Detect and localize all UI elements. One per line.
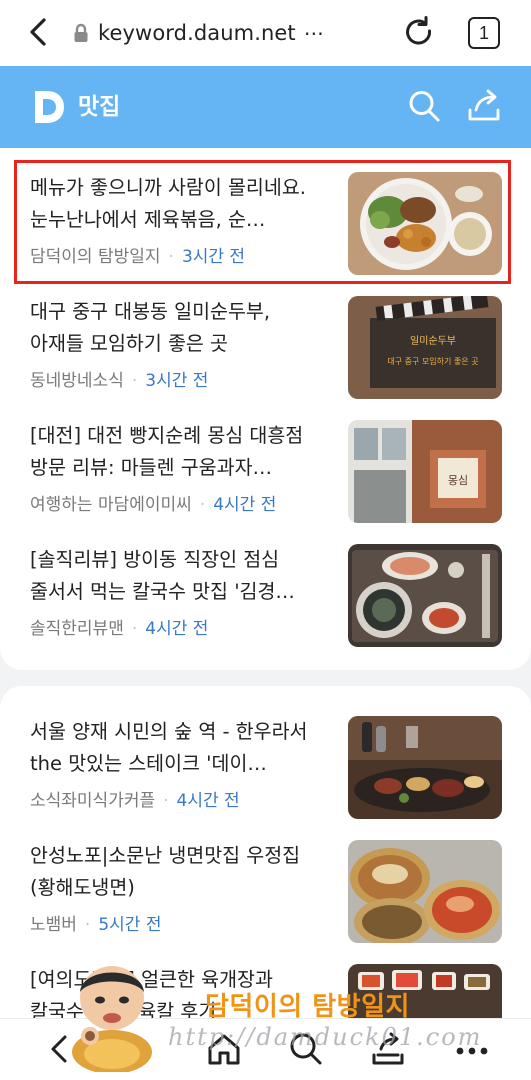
food-plate-salad-image xyxy=(348,172,502,275)
meta-separator-dot: · xyxy=(163,791,169,811)
result-thumbnail[interactable] xyxy=(348,840,502,943)
page-title: 맛집 xyxy=(78,94,121,120)
result-thumbnail[interactable] xyxy=(348,172,502,275)
result-meta: 동네방네소식 · 3시간 전 xyxy=(30,370,208,392)
meta-separator-dot: · xyxy=(84,915,91,935)
browser-address-bar: keyword.daum.net ⋯ 1 xyxy=(0,0,531,66)
result-title[interactable]: 대구 중구 대봉동 일미순두부, 아재들 모임하기 좋은 곳 xyxy=(30,296,330,360)
result-thumbnail[interactable]: 몽심 xyxy=(348,420,502,523)
result-meta: 노뱀버 · 5시간 전 xyxy=(30,914,161,936)
daum-header: 맛집 xyxy=(0,66,531,148)
result-title[interactable]: [대전] 대전 빵지순례 몽심 대흥점 방문 리뷰: 마들렌 구움과자… xyxy=(30,420,330,484)
result-time: 3시간 전 xyxy=(181,247,246,267)
result-title[interactable]: 서울 양재 시민의 숲 역 - 한우라서 the 맛있는 스테이크 '데이… xyxy=(30,716,330,780)
result-item[interactable]: 메뉴가 좋으니까 사람이 몰리네요. 눈누난나에서 제육볶음, 순… 담덕이의 … xyxy=(0,172,531,288)
thumb-caption: 일미순두부 xyxy=(410,335,456,347)
noodle-table-image xyxy=(348,544,502,647)
result-item[interactable]: 서울 양재 시민의 숲 역 - 한우라서 the 맛있는 스테이크 '데이… 소… xyxy=(0,716,531,832)
watermark-blog-url: http://damduck01.com xyxy=(168,1023,483,1051)
result-meta: 여행하는 마담에이미씨 · 4시간 전 xyxy=(30,494,276,516)
result-thumbnail[interactable]: 일미순두부 대구 중구 모임하기 좋은 곳 xyxy=(348,296,502,399)
reload-icon[interactable] xyxy=(400,14,438,52)
result-meta: 소식좌미식가커플 · 4시간 전 xyxy=(30,790,240,812)
result-meta: 솔직한리뷰맨 · 4시간 전 xyxy=(30,618,208,640)
result-time: 4시간 전 xyxy=(176,791,240,811)
meta-separator-dot: · xyxy=(131,371,138,391)
result-source[interactable]: 여행하는 마담에이미씨 xyxy=(30,495,192,515)
steak-dinner-image xyxy=(348,716,502,819)
cold-noodles-image xyxy=(348,840,502,943)
result-source[interactable]: 솔직한리뷰맨 xyxy=(30,619,124,639)
result-time: 4시간 전 xyxy=(213,495,277,515)
url-text: keyword.daum.net xyxy=(98,21,296,45)
thumb-caption: 몽심 xyxy=(448,474,468,487)
result-card-group-1: 메뉴가 좋으니까 사람이 몰리네요. 눈누난나에서 제육볶음, 순… 담덕이의 … xyxy=(0,148,531,670)
share-icon[interactable] xyxy=(466,88,502,124)
result-time: 4시간 전 xyxy=(145,619,209,639)
result-item[interactable]: [대전] 대전 빵지순례 몽심 대흥점 방문 리뷰: 마들렌 구움과자… 여행하… xyxy=(0,420,531,536)
tab-switcher-button[interactable]: 1 xyxy=(468,17,500,49)
bakery-storefront-image: 몽심 xyxy=(348,420,502,523)
back-arrow-icon[interactable] xyxy=(22,12,56,52)
result-source[interactable]: 소식좌미식가커플 xyxy=(30,791,155,811)
results-area: 메뉴가 좋으니까 사람이 몰리네요. 눈누난나에서 제육볶음, 순… 담덕이의 … xyxy=(0,148,531,1018)
result-meta: 담덕이의 탐방일지 · 3시간 전 xyxy=(30,246,245,268)
result-item[interactable]: [솔직리뷰] 방이동 직장인 점심 줄서서 먹는 칼국수 맛집 '김경… 솔직한… xyxy=(0,544,531,660)
result-time: 3시간 전 xyxy=(145,371,209,391)
result-source[interactable]: 노뱀버 xyxy=(30,915,77,935)
blogger-avatar-watermark xyxy=(72,966,152,1072)
result-source[interactable]: 담덕이의 탐방일지 xyxy=(30,247,161,267)
meta-separator-dot: · xyxy=(199,495,206,515)
result-item[interactable]: 안성노포|소문난 냉면맛집 우정집(황해도냉면) 노뱀버 · 5시간 전 xyxy=(0,840,531,956)
watermark-blog-name: 담덕이의 탐방일지 xyxy=(205,992,410,1022)
meta-separator-dot: · xyxy=(131,619,138,639)
result-time: 5시간 전 xyxy=(98,915,162,935)
result-title[interactable]: 안성노포|소문난 냉면맛집 우정집(황해도냉면) xyxy=(30,840,330,904)
result-thumbnail[interactable] xyxy=(348,544,502,647)
result-title[interactable]: 메뉴가 좋으니까 사람이 몰리네요. 눈누난나에서 제육볶음, 순… xyxy=(30,172,330,236)
url-more-icon: ⋯ xyxy=(303,21,324,45)
search-icon[interactable] xyxy=(407,88,441,124)
thumb-caption: 대구 중구 모임하기 좋은 곳 xyxy=(387,356,478,366)
clapperboard-title-image: 일미순두부 대구 중구 모임하기 좋은 곳 xyxy=(348,296,502,399)
meta-separator-dot: · xyxy=(168,247,174,267)
result-thumbnail[interactable] xyxy=(348,716,502,819)
result-item[interactable]: 대구 중구 대봉동 일미순두부, 아재들 모임하기 좋은 곳 동네방네소식 · 3시… xyxy=(0,296,531,412)
result-title[interactable]: [솔직리뷰] 방이동 직장인 점심 줄서서 먹는 칼국수 맛집 '김경… xyxy=(30,544,330,608)
result-source[interactable]: 동네방네소식 xyxy=(30,371,124,391)
lock-icon xyxy=(74,23,88,42)
url-field[interactable]: keyword.daum.net ⋯ xyxy=(72,18,324,48)
daum-logo-icon[interactable] xyxy=(32,88,66,126)
